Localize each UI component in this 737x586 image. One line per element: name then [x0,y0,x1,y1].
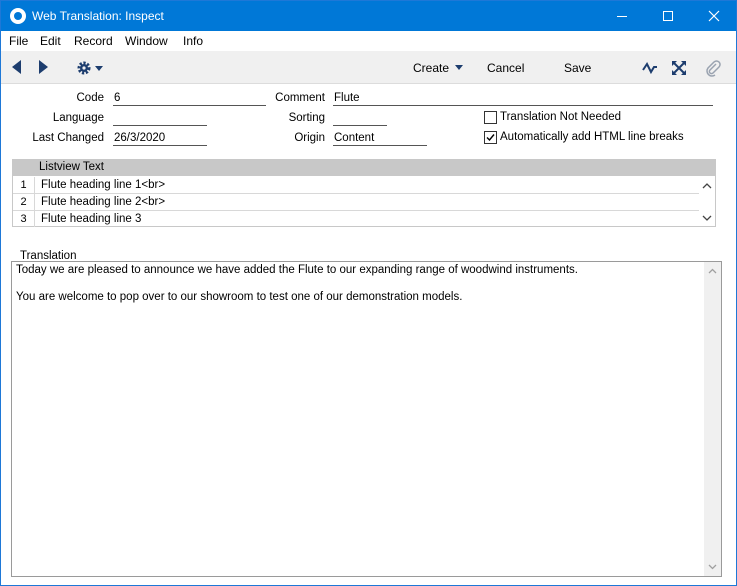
row-text[interactable]: Flute heading line 1<br> [41,177,165,193]
create-button[interactable]: Create [413,61,464,75]
next-record-icon[interactable] [39,60,48,74]
minimize-icon [617,15,627,17]
close-icon [708,10,720,22]
expand-button[interactable] [670,59,688,77]
window-title: Web Translation: Inspect [32,9,164,23]
row-text[interactable]: Flute heading line 2<br> [41,194,165,210]
minimize-button[interactable] [599,1,645,31]
chevron-up-icon[interactable] [699,180,715,192]
paperclip-icon [706,60,721,77]
activity-icon [642,62,657,75]
attachment-button[interactable] [704,59,722,77]
listview-row[interactable]: 3 Flute heading line 3 [13,211,699,228]
translation-scrollbar[interactable] [704,262,721,576]
translation-line: You are welcome to pop over to our showr… [16,291,463,303]
checkmark-icon [486,134,495,142]
language-label: Language [52,112,104,124]
menu-window[interactable]: Window [125,34,168,48]
app-logo-icon [10,8,26,24]
translation-not-needed-checkbox[interactable] [484,111,497,124]
expand-icon [672,61,686,75]
translation-text-area[interactable]: Today we are pleased to announce we have… [11,261,722,577]
auto-html-line-breaks-checkbox[interactable] [484,131,497,144]
menu-edit[interactable]: Edit [40,34,61,48]
listview-scrollbar[interactable] [699,177,715,226]
comment-label: Comment [275,92,325,104]
listview-row[interactable]: 1 Flute heading line 1<br> [13,177,699,194]
cancel-button[interactable]: Cancel [487,61,524,75]
title-bar: Web Translation: Inspect [1,1,736,31]
row-text[interactable]: Flute heading line 3 [41,211,141,227]
listview-row[interactable]: 2 Flute heading line 2<br> [13,194,699,211]
translation-line: Today we are pleased to announce we have… [16,264,578,276]
code-label: Code [76,92,105,104]
create-button-label: Create [413,61,450,75]
chevron-down-icon [455,65,464,70]
sorting-label: Sorting [288,112,325,124]
maximize-icon [663,11,673,21]
previous-record-icon[interactable] [12,60,21,74]
listview-header: Listview Text [13,160,715,176]
chevron-down-icon[interactable] [699,212,715,224]
menu-file[interactable]: File [9,34,28,48]
menu-bar: File Edit Record Window Info [1,31,736,51]
last-changed-field[interactable]: 26/3/2020 [113,131,207,146]
menu-record[interactable]: Record [74,34,113,48]
comment-field[interactable]: Flute [333,91,713,106]
operations-menu-button[interactable] [76,59,106,77]
language-field[interactable] [113,111,207,126]
chevron-down-icon[interactable] [704,561,721,573]
sorting-field[interactable] [333,111,387,126]
save-button[interactable]: Save [564,61,591,75]
row-number: 1 [13,177,35,193]
toolbar: Create Cancel Save [1,51,736,84]
gear-icon [77,61,103,75]
row-number: 3 [13,211,35,227]
origin-label: Origin [294,132,325,144]
row-number: 2 [13,194,35,210]
menu-info[interactable]: Info [183,34,203,48]
listview-text-matrix: Listview Text 1 Flute heading line 1<br>… [12,159,716,227]
close-button[interactable] [691,1,737,31]
maximize-button[interactable] [645,1,691,31]
last-changed-label: Last Changed [32,132,104,144]
translation-not-needed-label: Translation Not Needed [500,111,622,123]
listview-header-label: Listview Text [39,161,104,173]
activity-button[interactable] [641,59,659,77]
chevron-up-icon[interactable] [704,265,721,277]
app-window: Web Translation: Inspect File Edit Recor… [0,0,737,586]
auto-html-line-breaks-label: Automatically add HTML line breaks [500,131,684,143]
origin-field[interactable]: Content [333,131,427,146]
